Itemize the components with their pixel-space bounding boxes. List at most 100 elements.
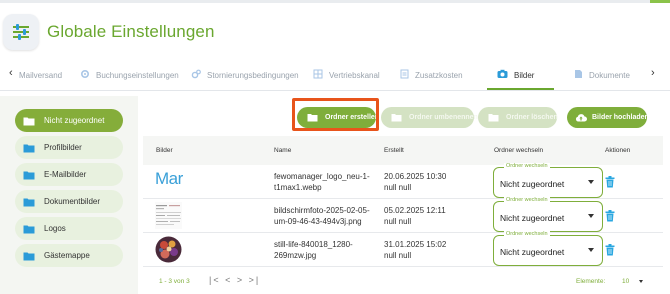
chevron-down-icon	[639, 279, 644, 283]
folder-label: Profilbilder	[44, 143, 82, 152]
receipt-icon	[400, 69, 409, 81]
folder-icon	[23, 116, 35, 126]
tab-zusatzkosten[interactable]: Zusatzkosten	[400, 60, 463, 90]
column-header-name[interactable]: Name	[274, 147, 291, 154]
column-header-created[interactable]: Erstellt	[384, 147, 404, 154]
tab-stornierungsbedingungen[interactable]: Stornierungsbedingungen	[191, 60, 299, 90]
created-user: null null	[384, 217, 412, 226]
highlight-box	[292, 98, 379, 131]
folder-e-mailbilder[interactable]: E-Mailbilder	[15, 163, 123, 186]
select-value: Nicht zugeordnet	[500, 247, 565, 257]
table-row[interactable]: still-life-840018_1280- 269mzw.jpg 31.01…	[143, 231, 663, 267]
folder-label: Gästemappe	[44, 251, 90, 260]
column-header-actions: Aktionen	[605, 147, 631, 154]
rename-folder-button[interactable]: Ordner umbenennen	[381, 107, 478, 128]
folder-label: Nicht zugeordnet	[44, 116, 105, 125]
folder-profilbilder[interactable]: Profilbilder	[15, 136, 123, 159]
trash-icon[interactable]	[605, 175, 615, 193]
created-user: null null	[384, 251, 412, 260]
pagination-bar: 1 - 3 von 3 |< < > >| Elemente: 10	[143, 272, 663, 292]
trash-icon[interactable]	[605, 243, 615, 261]
folder-icon	[23, 197, 35, 207]
images-table: Bilder Name Erstellt Ordner wechseln Akt…	[143, 136, 663, 294]
tab-bar: ‹ Mailversand Buchungseinstellungen Stor…	[0, 60, 670, 90]
file-name: bildschirmfoto-2025-02-05- um-09-46-43-4…	[274, 206, 370, 226]
tab-label: Buchungseinstellungen	[96, 70, 179, 80]
button-label: Ordner umbenennen	[409, 114, 478, 121]
per-page-select[interactable]: 10	[622, 278, 644, 285]
column-header-images[interactable]: Bilder	[156, 147, 173, 154]
tab-label: Mailversand	[19, 70, 63, 80]
select-label: Ordner wechseln	[504, 163, 550, 169]
folder-logos[interactable]: Logos	[15, 217, 123, 240]
image-thumbnail-photo[interactable]	[155, 236, 182, 263]
table-row[interactable]: bildschirmfoto-2025-02-05- um-09-46-43-4…	[143, 197, 663, 233]
folder-icon	[23, 251, 35, 261]
folder-icon	[23, 170, 35, 180]
tab-buchungseinstellungen[interactable]: Buchungseinstellungen	[80, 60, 179, 90]
chevron-down-icon	[588, 180, 594, 184]
folder-icon	[23, 143, 35, 153]
created-user: null null	[384, 183, 412, 192]
top-divider	[0, 0, 670, 3]
folder-label: E-Mailbilder	[44, 170, 87, 179]
created-date: 05.02.2025 12:11	[384, 206, 446, 215]
tab-scroll-left-icon[interactable]: ‹	[9, 67, 13, 79]
file-name: fewomanager_logo_neu-1- t1max1.webp	[274, 172, 370, 192]
chevron-down-icon	[588, 248, 594, 252]
top-accent	[650, 0, 670, 3]
image-thumbnail-screenshot[interactable]	[155, 202, 182, 229]
tab-mailversand[interactable]: Mailversand	[19, 60, 62, 90]
created-info: 20.06.2025 10:30 null null	[384, 171, 446, 193]
tab-label: Zusatzkosten	[415, 70, 463, 80]
folder-select[interactable]: Ordner wechseln Nicht zugeordnet	[493, 163, 603, 198]
folder-icon	[391, 113, 402, 122]
per-page-label: Elemente:	[576, 278, 606, 285]
tab-dokumente[interactable]: Dokumente	[574, 60, 630, 90]
folder-icon	[488, 113, 499, 122]
grid-icon	[313, 69, 323, 81]
select-label: Ordner wechseln	[504, 231, 550, 237]
select-value: Nicht zugeordnet	[500, 213, 565, 223]
pagination-range: 1 - 3 von 3	[159, 278, 190, 285]
tab-label: Bilder	[514, 70, 535, 80]
image-thumbnail-logo[interactable]: Mar	[155, 169, 183, 196]
button-label: Bilder hochladen	[592, 114, 649, 121]
tab-label: Vertriebskanal	[329, 70, 380, 80]
folder-gaestemappe[interactable]: Gästemappe	[15, 244, 123, 267]
folder-nicht-zugeordnet[interactable]: Nicht zugeordnet	[15, 109, 123, 132]
created-info: 31.01.2025 15:02 null null	[384, 239, 446, 261]
button-label: Ordner löschen	[506, 114, 558, 121]
document-icon	[574, 69, 583, 81]
upload-images-button[interactable]: Bilder hochladen	[567, 107, 649, 128]
camera-icon	[497, 69, 508, 81]
table-row[interactable]: Mar fewomanager_logo_neu-1- t1max1.webp …	[143, 163, 663, 199]
tab-label: Stornierungsbedingungen	[207, 70, 299, 80]
tab-bilder[interactable]: Bilder	[497, 60, 534, 90]
select-label: Ordner wechseln	[504, 197, 550, 203]
file-name: still-life-840018_1280- 269mzw.jpg	[274, 240, 353, 260]
folder-sidebar: Nicht zugeordnet Profilbilder E-Mailbild…	[0, 96, 138, 294]
created-info: 05.02.2025 12:11 null null	[384, 205, 446, 227]
tabs-divider	[0, 90, 670, 91]
column-header-change-folder: Ordner wechseln	[494, 147, 544, 154]
tab-vertriebskanal[interactable]: Vertriebskanal	[313, 60, 380, 90]
chevron-down-icon	[588, 214, 594, 218]
settings-sliders-icon[interactable]	[3, 14, 39, 50]
folder-dokumentbilder[interactable]: Dokumentbilder	[15, 190, 123, 213]
page-title: Globale Einstellungen	[47, 22, 215, 41]
cloud-upload-icon	[575, 113, 587, 122]
gear-icon	[80, 69, 90, 81]
per-page-value: 10	[622, 278, 630, 285]
folder-select[interactable]: Ordner wechseln Nicht zugeordnet	[493, 231, 603, 266]
tab-scroll-right-icon[interactable]: ›	[651, 67, 655, 79]
folder-label: Logos	[44, 224, 66, 233]
tab-label: Dokumente	[589, 70, 630, 80]
pagination-controls[interactable]: |< < > >|	[209, 275, 260, 285]
table-header: Bilder Name Erstellt Ordner wechseln Akt…	[143, 136, 663, 165]
folder-select[interactable]: Ordner wechseln Nicht zugeordnet	[493, 197, 603, 232]
created-date: 31.01.2025 15:02	[384, 240, 447, 249]
trash-icon[interactable]	[605, 209, 615, 227]
select-value: Nicht zugeordnet	[500, 179, 565, 189]
delete-folder-button[interactable]: Ordner löschen	[478, 107, 558, 128]
